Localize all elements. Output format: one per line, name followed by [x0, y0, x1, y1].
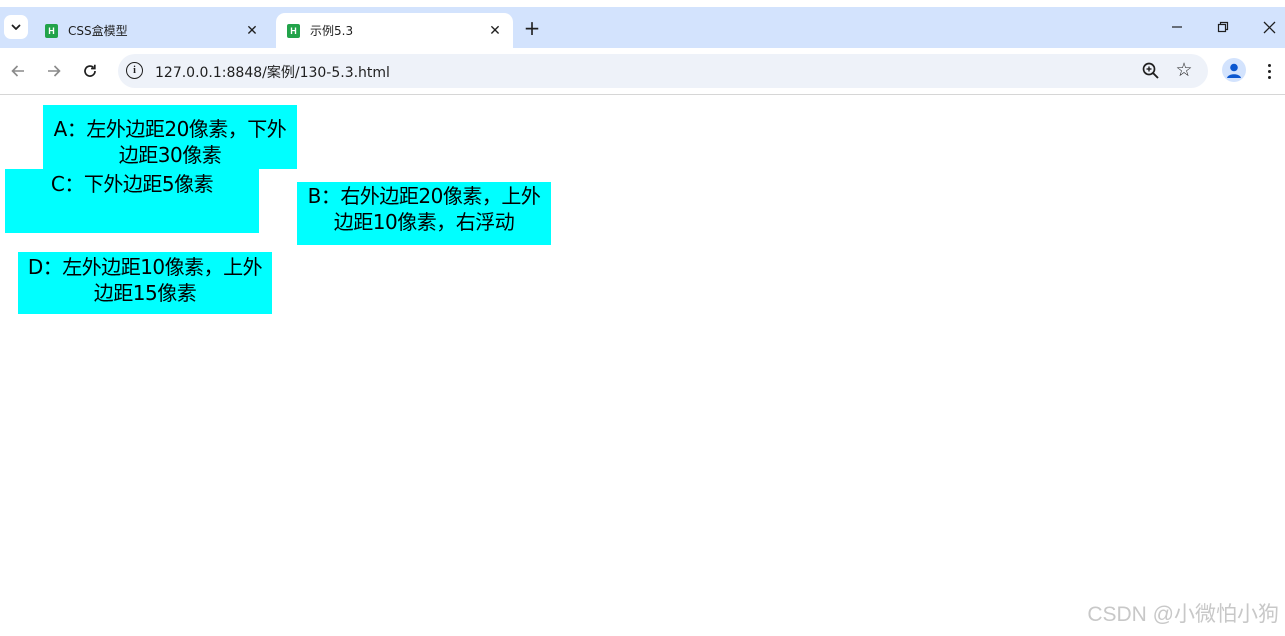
close-icon[interactable]: ✕ — [242, 21, 262, 41]
browser-toolbar: i 127.0.0.1:8848/案例/130-5.3.html ☆ — [0, 48, 1285, 95]
tab-search-button[interactable] — [4, 15, 28, 39]
reload-icon — [84, 64, 96, 77]
tab-css-box-model[interactable]: H CSS盒模型 ✕ — [38, 13, 270, 48]
restore-icon — [1217, 21, 1229, 33]
watermark: CSDN @小微怕小狗 — [1087, 603, 1279, 626]
box-d-line: D：左外边距10像素，上外 — [27, 255, 263, 279]
restore-button[interactable] — [1210, 14, 1236, 40]
box-c-line: C：下外边距5像素 — [50, 172, 214, 196]
profile-icon — [1227, 63, 1241, 78]
plus-icon: + — [523, 16, 541, 40]
box-b-line: 边距10像素，右浮动 — [333, 210, 515, 234]
address-url[interactable]: 127.0.0.1:8848/案例/130-5.3.html — [155, 62, 390, 82]
box-d: D：左外边距10像素，上外 边距15像素 — [18, 252, 272, 314]
box-c: C：下外边距5像素 — [5, 169, 259, 233]
tab-strip: H CSS盒模型 ✕ H 示例5.3 ✕ + — [0, 0, 1285, 48]
new-tab-button[interactable]: + — [521, 16, 543, 40]
tab-title: CSS盒模型 — [68, 24, 128, 38]
hbuilder-icon: H — [45, 23, 58, 38]
minimize-button[interactable] — [1164, 14, 1190, 40]
window-top-edge — [0, 0, 1285, 7]
box-a: A：左外边距20像素，下外 边距30像素 — [43, 105, 297, 169]
minimize-icon — [1172, 26, 1182, 28]
close-icon[interactable]: ✕ — [485, 21, 505, 41]
address-bar[interactable]: i 127.0.0.1:8848/案例/130-5.3.html ☆ — [118, 54, 1208, 88]
reload-button[interactable] — [78, 59, 102, 83]
star-icon[interactable]: ☆ — [1173, 58, 1195, 82]
page-viewport: A：左外边距20像素，下外 边距30像素 C：下外边距5像素 B：右外边距20像… — [0, 96, 1285, 636]
forward-button[interactable] — [42, 59, 66, 83]
tab-example-5-3[interactable]: H 示例5.3 ✕ — [276, 13, 513, 48]
info-icon[interactable]: i — [126, 62, 143, 79]
zoom-icon[interactable] — [1140, 60, 1162, 82]
profile-button[interactable] — [1222, 58, 1246, 82]
box-b: B：右外边距20像素，上外 边距10像素，右浮动 — [297, 182, 551, 245]
hbuilder-icon: H — [287, 23, 300, 38]
box-a-line: A：左外边距20像素，下外 — [53, 117, 287, 141]
more-vert-icon[interactable] — [1258, 60, 1280, 82]
close-icon — [1263, 21, 1275, 33]
box-d-line: 边距15像素 — [93, 281, 197, 305]
box-b-line: B：右外边距20像素，上外 — [307, 184, 541, 208]
tab-title: 示例5.3 — [310, 24, 354, 38]
back-button[interactable] — [6, 59, 30, 83]
forward-arrow-icon — [48, 65, 61, 77]
window-close-button[interactable] — [1256, 14, 1282, 40]
back-arrow-icon — [11, 65, 24, 77]
chevron-down-icon — [11, 24, 21, 30]
box-a-line: 边距30像素 — [118, 143, 222, 167]
